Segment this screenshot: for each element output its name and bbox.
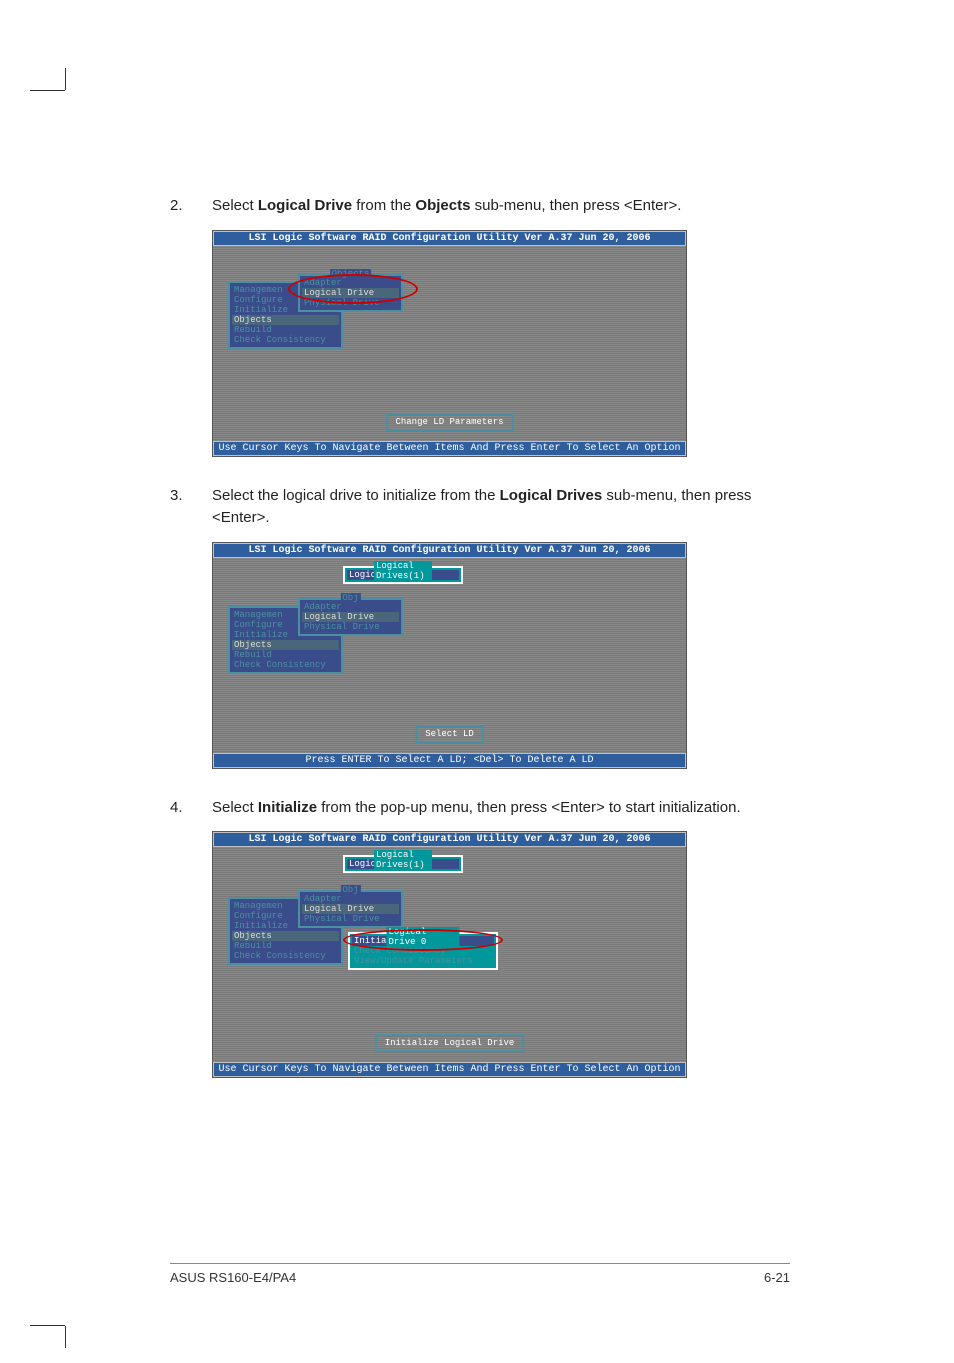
menu-item-logical-drive: Logical Drive [302,904,399,914]
menu-item-logical-drive: Logical Drive [302,288,399,298]
status-box: Change LD Parameters [385,413,513,431]
menu-item-objects: Objects [232,640,339,650]
menu-item-logical-drive: Logical Drive [302,612,399,622]
status-box: Initialize Logical Drive [375,1034,525,1052]
menu-item: Physical Drive [302,622,399,632]
footer-left: ASUS RS160-E4/PA4 [170,1270,296,1285]
logical-drives-menu: Logical Drives(1) Logical Drive 0 [343,855,463,873]
menu-title: Obj [340,593,360,603]
menu-item: Adapter [302,278,399,288]
step-text: Select the logical drive to initialize f… [212,485,790,530]
menu-item: Rebuild [232,650,339,660]
step-4: 4. Select Initialize from the pop-up men… [170,797,790,820]
bios-footer: Use Cursor Keys To Navigate Between Item… [213,1062,686,1077]
footer-right: 6-21 [764,1270,790,1285]
bios-body: Managemen Configure Initialize Objects R… [213,246,686,441]
step-number: 2. [170,195,212,218]
bios-header: LSI Logic Software RAID Configuration Ut… [213,543,686,558]
menu-item: Check Consistency [352,946,494,956]
objects-menu: Obj Adapter Logical Drive Physical Drive [298,598,403,636]
menu-item-objects: Objects [232,931,339,941]
menu-item: Adapter [302,602,399,612]
step-2: 2. Select Logical Drive from the Objects… [170,195,790,218]
menu-item: Rebuild [232,325,339,335]
menu-item: Check Consistency [232,660,339,670]
status-box: Select LD [415,725,484,743]
menu-title: Logical Drives(1) [374,561,432,581]
screenshot-3: LSI Logic Software RAID Configuration Ut… [212,831,687,1078]
crop-mark [30,68,80,118]
menu-item: Physical Drive [302,298,399,308]
menu-title: Logical Drive 0 [387,927,460,947]
logical-drives-menu: Logical Drives(1) Logical Drive 0 [343,566,463,584]
menu-item: Rebuild [232,941,339,951]
step-text: Select Initialize from the pop-up menu, … [212,797,790,820]
step-text: Select Logical Drive from the Objects su… [212,195,790,218]
bios-header: LSI Logic Software RAID Configuration Ut… [213,231,686,246]
menu-title: Obj [340,885,360,895]
content-area: 2. Select Logical Drive from the Objects… [170,195,790,1106]
bios-body: Logical Drives(1) Logical Drive 0 Manage… [213,847,686,1062]
menu-title: Objects [330,269,372,279]
screenshot-1: LSI Logic Software RAID Configuration Ut… [212,230,687,457]
menu-item: Physical Drive [302,914,399,924]
bios-body: Logical Drives(1) Logical Drive 0 Manage… [213,558,686,753]
objects-menu: Objects Adapter Logical Drive Physical D… [298,274,403,312]
menu-item-objects: Objects [232,315,339,325]
menu-item: View/Update Parameters [352,956,494,966]
page-footer: ASUS RS160-E4/PA4 6-21 [170,1263,790,1285]
objects-menu: Obj Adapter Logical Drive Physical Drive [298,890,403,928]
bios-footer: Use Cursor Keys To Navigate Between Item… [213,441,686,456]
step-number: 4. [170,797,212,820]
bios-footer: Press ENTER To Select A LD; <Del> To Del… [213,753,686,768]
menu-item: Check Consistency [232,335,339,345]
screenshot-2: LSI Logic Software RAID Configuration Ut… [212,542,687,769]
bios-header: LSI Logic Software RAID Configuration Ut… [213,832,686,847]
ld0-popup-menu: Logical Drive 0 Initialize Check Consist… [348,932,498,970]
step-3: 3. Select the logical drive to initializ… [170,485,790,530]
menu-item: Adapter [302,894,399,904]
crop-mark [30,1298,80,1348]
step-number: 3. [170,485,212,530]
menu-title: Logical Drives(1) [374,850,432,870]
menu-item: Check Consistency [232,951,339,961]
